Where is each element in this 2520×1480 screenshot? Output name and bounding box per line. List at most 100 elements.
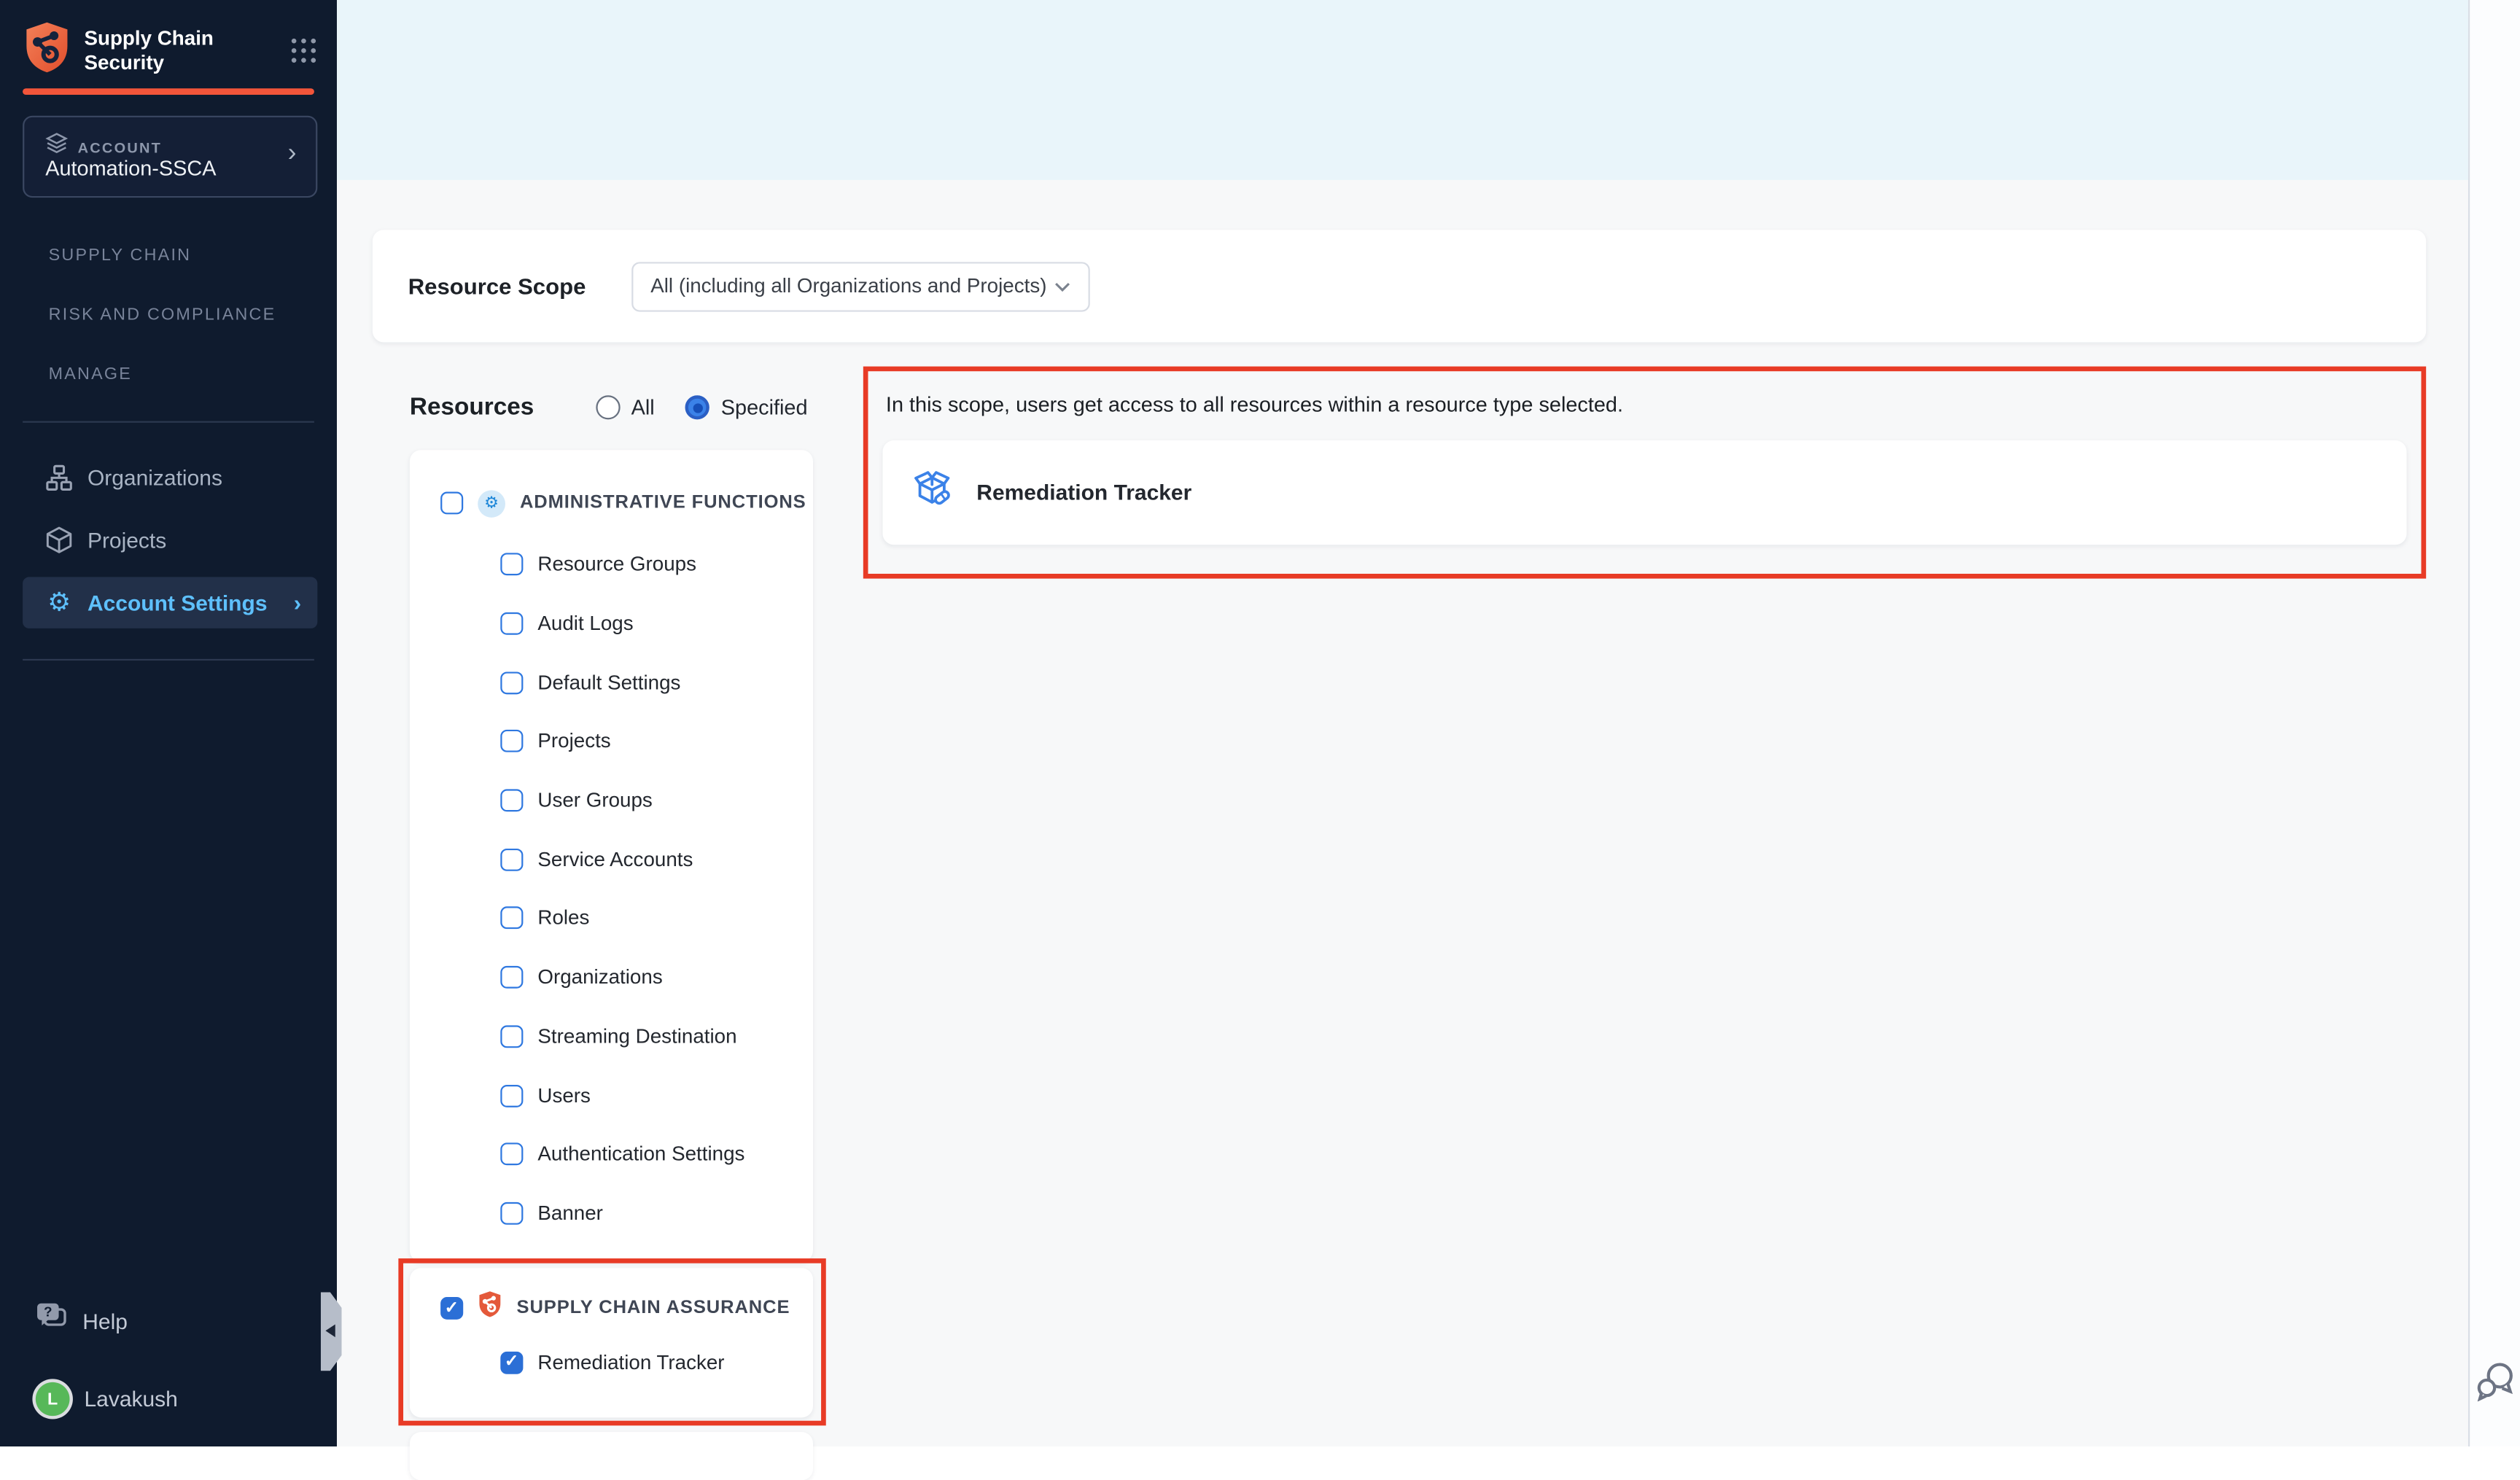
resource-label: Banner	[537, 1202, 603, 1225]
checkbox-service-accounts[interactable]	[500, 848, 523, 871]
resource-row: Projects	[410, 712, 813, 771]
checkbox-authentication-settings[interactable]	[500, 1143, 523, 1166]
right-edge-strip	[2468, 0, 2520, 1446]
sidebar-divider	[23, 659, 314, 661]
checkbox-administrative-functions[interactable]	[440, 492, 463, 515]
resource-row: Default Settings	[410, 653, 813, 712]
sidebar-section-supply-chain[interactable]: SUPPLY CHAIN	[49, 246, 192, 265]
gear-icon: ⚙	[45, 589, 73, 616]
gear-badge-icon	[478, 489, 505, 516]
cube-icon	[45, 526, 73, 553]
account-selector[interactable]: ACCOUNT Automation-SSCA ›	[23, 116, 317, 198]
sidebar-section-risk-and-compliance[interactable]: RISK AND COMPLIANCE	[49, 305, 276, 324]
group-label: SUPPLY CHAIN ASSURANCE	[517, 1298, 790, 1317]
app-logo: Supply ChainSecurity	[23, 24, 317, 79]
radio-all-label: All	[631, 395, 655, 419]
resource-label: Streaming Destination	[537, 1025, 736, 1048]
resource-label: Audit Logs	[537, 612, 633, 635]
avatar: L	[36, 1382, 70, 1416]
sidebar: Supply ChainSecurity ACCOUNT Automation-…	[0, 0, 337, 1446]
resource-row: Banner	[410, 1184, 813, 1243]
sidebar-collapse-handle[interactable]	[321, 1292, 342, 1371]
supply-chain-assurance-card: SUPPLY CHAIN ASSURANCE Remediation Track…	[410, 1268, 813, 1417]
sidebar-item-organizations[interactable]: Organizations	[23, 451, 317, 503]
resources-header: Resources All Specified	[410, 394, 831, 421]
account-name: Automation-SSCA	[45, 156, 216, 180]
checkbox-users[interactable]	[500, 1084, 523, 1107]
radio-all-icon[interactable]	[596, 395, 620, 419]
scope-info-message: In this scope, users get access to all r…	[886, 392, 1623, 416]
resource-label: Roles	[537, 907, 589, 930]
checkbox-roles[interactable]	[500, 907, 523, 930]
resource-scope-dropdown[interactable]: All (including all Organizations and Pro…	[631, 261, 1090, 311]
checkbox-resource-groups[interactable]	[500, 553, 523, 576]
checkbox-banner[interactable]	[500, 1202, 523, 1225]
chevron-down-icon	[1054, 275, 1070, 297]
next-resource-card-partial	[410, 1432, 813, 1480]
selected-resource-label: Remediation Tracker	[976, 480, 1191, 505]
brand-divider	[23, 88, 314, 94]
sidebar-item-label: Projects	[88, 528, 166, 552]
help-label: Help	[82, 1309, 128, 1333]
resource-label: Default Settings	[537, 671, 680, 694]
resource-scope-card: Resource Scope All (including all Organi…	[373, 230, 2426, 342]
resource-scope-label: Resource Scope	[408, 273, 586, 299]
resource-row: Service Accounts	[410, 830, 813, 889]
shield-badge-icon	[478, 1290, 502, 1325]
checkbox-projects[interactable]	[500, 731, 523, 753]
resource-row: Organizations	[410, 948, 813, 1007]
resources-heading: Resources	[410, 394, 534, 421]
triangle-left-icon	[325, 1324, 335, 1337]
user-menu[interactable]: L Lavakush	[36, 1382, 178, 1416]
resource-row: Audit Logs	[410, 594, 813, 653]
chevron-right-icon: ›	[288, 140, 297, 169]
radio-specified[interactable]: Specified	[685, 395, 808, 419]
org-chart-icon	[45, 464, 73, 491]
svg-text:?: ?	[44, 1305, 52, 1320]
selected-resource-card: Remediation Tracker	[882, 440, 2406, 545]
resource-row: Remediation Tracker	[410, 1332, 813, 1392]
resource-label: Users	[537, 1084, 591, 1107]
admin-functions-card: ADMINISTRATIVE FUNCTIONS Resource Groups…	[410, 450, 813, 1261]
resource-label: Remediation Tracker	[537, 1351, 724, 1374]
help-chat-icon: ?	[36, 1302, 68, 1341]
resource-row: User Groups	[410, 771, 813, 830]
help-button[interactable]: ? Help	[36, 1302, 128, 1341]
sidebar-item-label: Organizations	[88, 465, 222, 489]
resource-row: Users	[410, 1066, 813, 1125]
open-box-icon	[910, 467, 954, 518]
page-header	[337, 0, 2468, 180]
checkbox-remediation-tracker[interactable]	[500, 1351, 523, 1374]
resource-group-row: ADMINISTRATIVE FUNCTIONS	[410, 471, 813, 535]
sidebar-divider	[23, 421, 314, 423]
resource-label: Organizations	[537, 966, 662, 989]
checkbox-user-groups[interactable]	[500, 790, 523, 812]
radio-all[interactable]: All	[596, 395, 655, 419]
sidebar-item-account-settings[interactable]: ⚙ Account Settings ›	[23, 577, 317, 628]
resource-row: Authentication Settings	[410, 1125, 813, 1184]
app-root: Supply ChainSecurity ACCOUNT Automation-…	[0, 0, 2520, 1446]
checkbox-audit-logs[interactable]	[500, 612, 523, 635]
sidebar-item-projects[interactable]: Projects	[23, 514, 317, 566]
resource-row: Resource Groups	[410, 535, 813, 594]
resource-scope-value: All (including all Organizations and Pro…	[650, 275, 1046, 297]
resource-group-row: SUPPLY CHAIN ASSURANCE	[410, 1284, 813, 1332]
checkbox-streaming-destination[interactable]	[500, 1025, 523, 1048]
resources-mode-radios: All Specified	[596, 395, 808, 419]
resource-label: User Groups	[537, 790, 652, 812]
shield-logo-icon	[23, 21, 71, 82]
account-label: ACCOUNT	[78, 139, 162, 155]
resource-row: Streaming Destination	[410, 1007, 813, 1066]
sidebar-section-manage[interactable]: MANAGE	[49, 365, 132, 383]
scope-info-panel: In this scope, users get access to all r…	[863, 367, 2426, 579]
sidebar-item-label: Account Settings	[88, 591, 268, 615]
chat-bubbles-icon[interactable]	[2473, 1358, 2517, 1410]
checkbox-supply-chain-assurance[interactable]	[440, 1297, 463, 1320]
user-name: Lavakush	[84, 1387, 177, 1411]
resource-label: Service Accounts	[537, 848, 693, 871]
app-grid-icon[interactable]	[292, 39, 318, 64]
resource-row: Roles	[410, 889, 813, 948]
checkbox-default-settings[interactable]	[500, 671, 523, 694]
checkbox-organizations[interactable]	[500, 966, 523, 989]
radio-specified-icon[interactable]	[685, 395, 709, 419]
